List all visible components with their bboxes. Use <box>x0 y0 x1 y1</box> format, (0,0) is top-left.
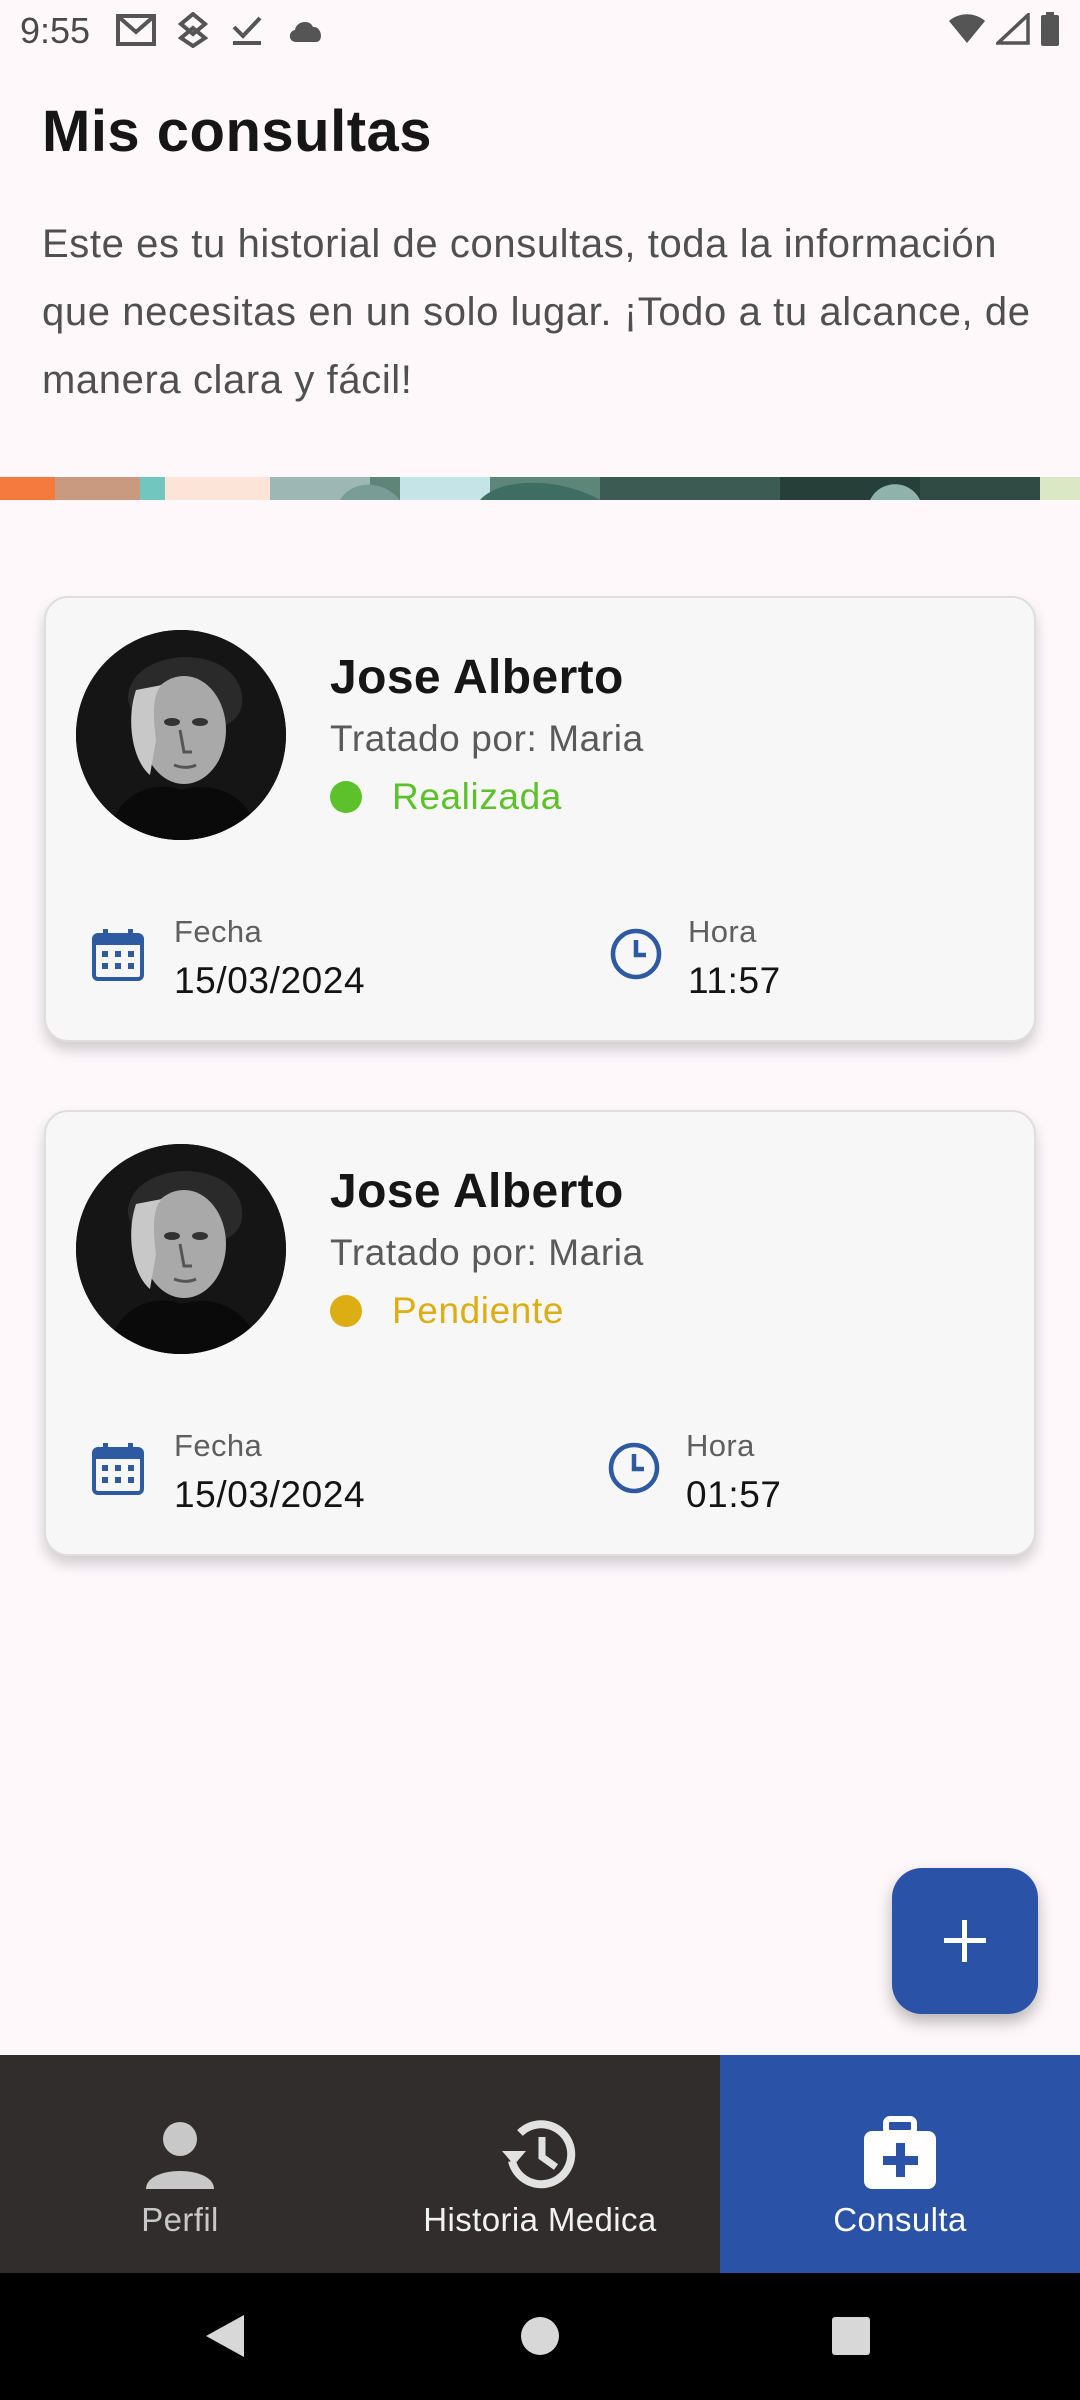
status-dot <box>330 781 362 813</box>
nav-label: Historia Medica <box>423 2201 657 2238</box>
time-label: Hora <box>686 1428 755 1463</box>
nav-item-consulta[interactable]: Consulta <box>720 2055 1080 2273</box>
bottom-navigation: Perfil Historia Medica Consulta <box>0 2055 1080 2273</box>
person-icon <box>146 2122 214 2189</box>
clock-icon <box>610 928 662 980</box>
fitness-icon <box>178 12 208 48</box>
nav-label: Consulta <box>833 2201 967 2238</box>
nav-item-perfil[interactable]: Perfil <box>0 2055 360 2273</box>
system-navigation-bar <box>0 2273 1080 2400</box>
time-value: 11:57 <box>688 960 781 1001</box>
calendar-icon <box>92 929 144 981</box>
date-label: Fecha <box>174 914 263 949</box>
calendar-icon <box>92 1443 144 1495</box>
task-done-icon <box>232 16 262 45</box>
recents-icon[interactable] <box>830 2313 872 2359</box>
nav-label: Perfil <box>141 2201 219 2238</box>
system-status-icons <box>948 12 1060 46</box>
plus-icon <box>944 1920 986 1962</box>
avatar <box>76 630 286 840</box>
avatar <box>76 1144 286 1354</box>
status-text: Pendiente <box>392 1290 565 1331</box>
consultas-screen: 9:55 Mis consultas Este es tu historial … <box>0 0 1080 2400</box>
patient-name: Jose Alberto <box>330 1165 624 1218</box>
time-value: 01:57 <box>686 1474 782 1515</box>
status-badge: Pendiente <box>330 1290 564 1332</box>
page-title: Mis consultas <box>42 99 433 164</box>
patient-name: Jose Alberto <box>330 651 624 704</box>
add-consultation-button[interactable] <box>892 1868 1038 2014</box>
status-text: Realizada <box>392 776 562 817</box>
home-icon[interactable] <box>520 2313 560 2359</box>
wifi-icon <box>949 14 985 43</box>
notification-icons <box>116 12 326 48</box>
page-description: Este es tu historial de consultas, toda … <box>42 222 1031 402</box>
gmail-icon <box>116 14 156 46</box>
status-dot <box>330 1295 362 1327</box>
cloud-icon <box>289 21 322 42</box>
status-bar: 9:55 <box>0 0 1080 62</box>
treated-by: Tratado por: Maria <box>330 1232 644 1273</box>
history-icon <box>502 2120 576 2189</box>
back-icon[interactable] <box>204 2313 246 2359</box>
consultation-card[interactable]: Jose Alberto Tratado por: Maria Realizad… <box>44 596 1036 1042</box>
date-value: 15/03/2024 <box>174 960 366 1001</box>
date-label: Fecha <box>174 1428 263 1463</box>
battery-icon <box>1041 12 1059 46</box>
decorative-banner <box>0 477 1080 500</box>
status-time: 9:55 <box>20 10 91 51</box>
consultation-card[interactable]: Jose Alberto Tratado por: Maria Pendient… <box>44 1110 1036 1556</box>
status-badge: Realizada <box>330 776 562 818</box>
nav-item-historia-medica[interactable]: Historia Medica <box>360 2055 720 2273</box>
signal-icon <box>996 13 1030 45</box>
treated-by: Tratado por: Maria <box>330 718 644 759</box>
date-value: 15/03/2024 <box>174 1474 366 1515</box>
clock-icon <box>608 1442 660 1494</box>
time-label: Hora <box>688 914 757 949</box>
medical-bag-icon <box>864 2116 936 2189</box>
